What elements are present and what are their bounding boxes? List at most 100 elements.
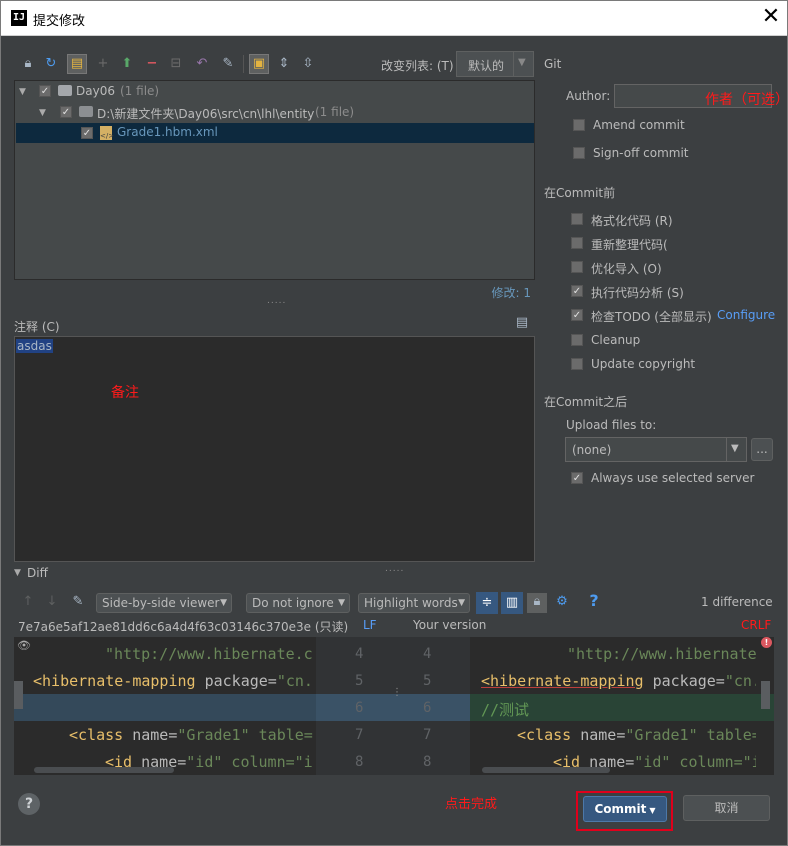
changelist-value: 默认的 <box>468 59 505 73</box>
update-copyright-checkbox[interactable] <box>571 358 583 370</box>
group-by-directory-icon[interactable]: ▤ <box>67 54 87 74</box>
rearrange-checkbox[interactable] <box>571 237 583 249</box>
right-scroll-marker[interactable] <box>761 681 770 709</box>
code-line: <class name="Grade1" table= <box>69 726 313 744</box>
ignore-whitespace-select[interactable]: Do not ignore ▼ <box>246 593 350 613</box>
chevron-down-icon: ▼ <box>731 443 739 454</box>
configure-link[interactable]: Configure <box>717 308 775 322</box>
left-line-number: 5 <box>355 673 364 689</box>
after-commit-title: 在Commit之后 <box>544 395 628 409</box>
help-icon[interactable]: ? <box>585 592 603 610</box>
splitter-handle[interactable]: ..... <box>267 296 286 306</box>
left-line-number: 4 <box>355 646 364 662</box>
diff-collapse-icon[interactable]: ▼ <box>14 568 21 578</box>
left-scroll-marker[interactable] <box>14 681 23 709</box>
tree-expand-icon[interactable]: ▼ <box>39 108 46 118</box>
code-analysis-checkbox[interactable]: ✓ <box>571 285 583 297</box>
commit-message-history-icon[interactable]: ▤ <box>513 314 531 332</box>
lock-icon[interactable]: 🔒︎ <box>527 593 547 613</box>
module-folder-icon <box>58 85 72 96</box>
signoff-label: Sign-off commit <box>593 146 689 160</box>
close-icon[interactable]: ✕ <box>759 5 783 29</box>
tree-item-count: (1 file) <box>120 84 160 98</box>
highlight-value: Highlight words <box>364 596 458 610</box>
comment-text: asdas <box>16 339 53 353</box>
optimize-imports-checkbox[interactable] <box>571 261 583 273</box>
chevron-down-icon: ▼ <box>458 598 465 608</box>
code-line: "http://www.hibernate.c <box>567 645 756 663</box>
upload-server-select[interactable]: (none) ▼ <box>565 437 747 462</box>
diff-editor: 👁︎ ! "http://www.hibernate.c <hibernate-… <box>14 637 774 775</box>
tree-checkbox[interactable]: ✓ <box>81 127 93 139</box>
add-icon[interactable]: + <box>94 55 112 73</box>
next-difference-icon[interactable]: ↓ <box>43 593 61 611</box>
right-line-number: 6 <box>423 700 432 716</box>
chevron-down-icon: ▼ <box>518 57 526 68</box>
git-section-title: Git <box>544 57 562 71</box>
show-diff-icon[interactable]: ⊟ <box>167 55 185 73</box>
commit-label: Commit <box>594 802 647 816</box>
lock-icon[interactable]: 🔒︎ <box>19 55 37 73</box>
author-label: Author: <box>566 89 611 103</box>
xml-file-icon: </> <box>100 126 114 140</box>
right-editor[interactable]: "http://www.hibernate.c <hibernate-mappi… <box>476 637 756 775</box>
code-analysis-label: 执行代码分析 (S) <box>591 286 684 300</box>
tree-item-label[interactable]: Day06 <box>76 84 115 98</box>
chevron-down-icon: ▼ <box>220 598 227 608</box>
cancel-button[interactable]: 取消 <box>683 795 770 821</box>
reformat-checkbox[interactable] <box>571 213 583 225</box>
tree-expand-icon[interactable]: ▼ <box>19 87 26 97</box>
reformat-label: 格式化代码 (R) <box>591 214 673 228</box>
previous-difference-icon[interactable]: ↑ <box>19 593 37 611</box>
always-use-server-checkbox[interactable]: ✓ <box>571 472 583 484</box>
tree-checkbox[interactable]: ✓ <box>60 106 72 118</box>
right-line-number: 5 <box>423 673 432 689</box>
comment-textarea[interactable]: asdas 备注 <box>14 336 535 562</box>
highlight-select[interactable]: Highlight words ▼ <box>358 593 470 613</box>
show-ignored-icon[interactable]: ▣ <box>249 54 269 74</box>
refresh-icon[interactable]: ↻ <box>42 55 60 73</box>
cleanup-label: Cleanup <box>591 333 641 347</box>
remove-icon[interactable]: − <box>143 55 161 73</box>
window-title: 提交修改 <box>33 14 86 29</box>
check-todo-checkbox[interactable]: ✓ <box>571 309 583 321</box>
amend-checkbox[interactable] <box>573 119 585 131</box>
code-line: <class name="Grade1" table= <box>517 726 756 744</box>
move-to-changelist-icon[interactable]: ⬆ <box>118 55 136 73</box>
cleanup-checkbox[interactable] <box>571 334 583 346</box>
settings-gear-icon[interactable]: ⚙ <box>553 593 571 611</box>
check-todo-label: 检查TODO (全部显示) <box>591 310 712 324</box>
code-line: "http://www.hibernate.c <box>105 645 313 663</box>
selected-row[interactable]: ✓ </> Grade1.hbm.xml <box>16 123 534 143</box>
right-horizontal-scrollbar[interactable] <box>482 767 610 773</box>
dropdown-divider <box>513 52 514 76</box>
help-button[interactable]: ? <box>18 793 40 815</box>
error-indicator-icon[interactable]: ! <box>761 637 772 648</box>
folder-icon <box>79 106 93 117</box>
left-horizontal-scrollbar[interactable] <box>34 767 174 773</box>
left-line-separator: LF <box>363 618 377 632</box>
diff-title: Diff <box>27 566 48 580</box>
ignore-value: Do not ignore <box>252 596 334 610</box>
optimize-imports-label: 优化导入 (O) <box>591 262 662 276</box>
tree-item-label[interactable]: D:\新建文件夹\Day06\src\cn\lhl\entity <box>97 105 314 122</box>
tree-checkbox[interactable]: ✓ <box>39 85 51 97</box>
signoff-checkbox[interactable] <box>573 147 585 159</box>
update-copyright-label: Update copyright <box>591 357 696 371</box>
expand-all-icon[interactable]: ⇕ <box>275 55 293 73</box>
splitter-handle[interactable]: ..... <box>385 564 404 574</box>
gutter-splitter-handle[interactable]: ⋮ <box>392 687 402 698</box>
sync-scroll-icon[interactable]: ▥ <box>501 592 523 614</box>
left-editor[interactable]: "http://www.hibernate.c <hibernate-mappi… <box>14 637 314 775</box>
rollback-icon[interactable]: ↶ <box>193 55 211 73</box>
collapse-unchanged-icon[interactable]: ≑ <box>476 592 498 614</box>
commit-button[interactable]: Commit ▼ <box>583 796 667 822</box>
edit-source-icon[interactable]: ✎ <box>219 55 237 73</box>
tree-item-label[interactable]: Grade1.hbm.xml <box>117 125 218 139</box>
collapse-all-icon[interactable]: ⇳ <box>299 55 317 73</box>
changelist-dropdown[interactable]: 默认的 ▼ <box>456 51 534 77</box>
edit-source-icon[interactable]: ✎ <box>69 593 87 611</box>
changes-tree: ▼ ✓ Day06 (1 file) ▼ ✓ D:\新建文件夹\Day06\sr… <box>14 80 535 280</box>
viewer-select[interactable]: Side-by-side viewer ▼ <box>96 593 232 613</box>
browse-servers-button[interactable]: ... <box>751 438 773 461</box>
